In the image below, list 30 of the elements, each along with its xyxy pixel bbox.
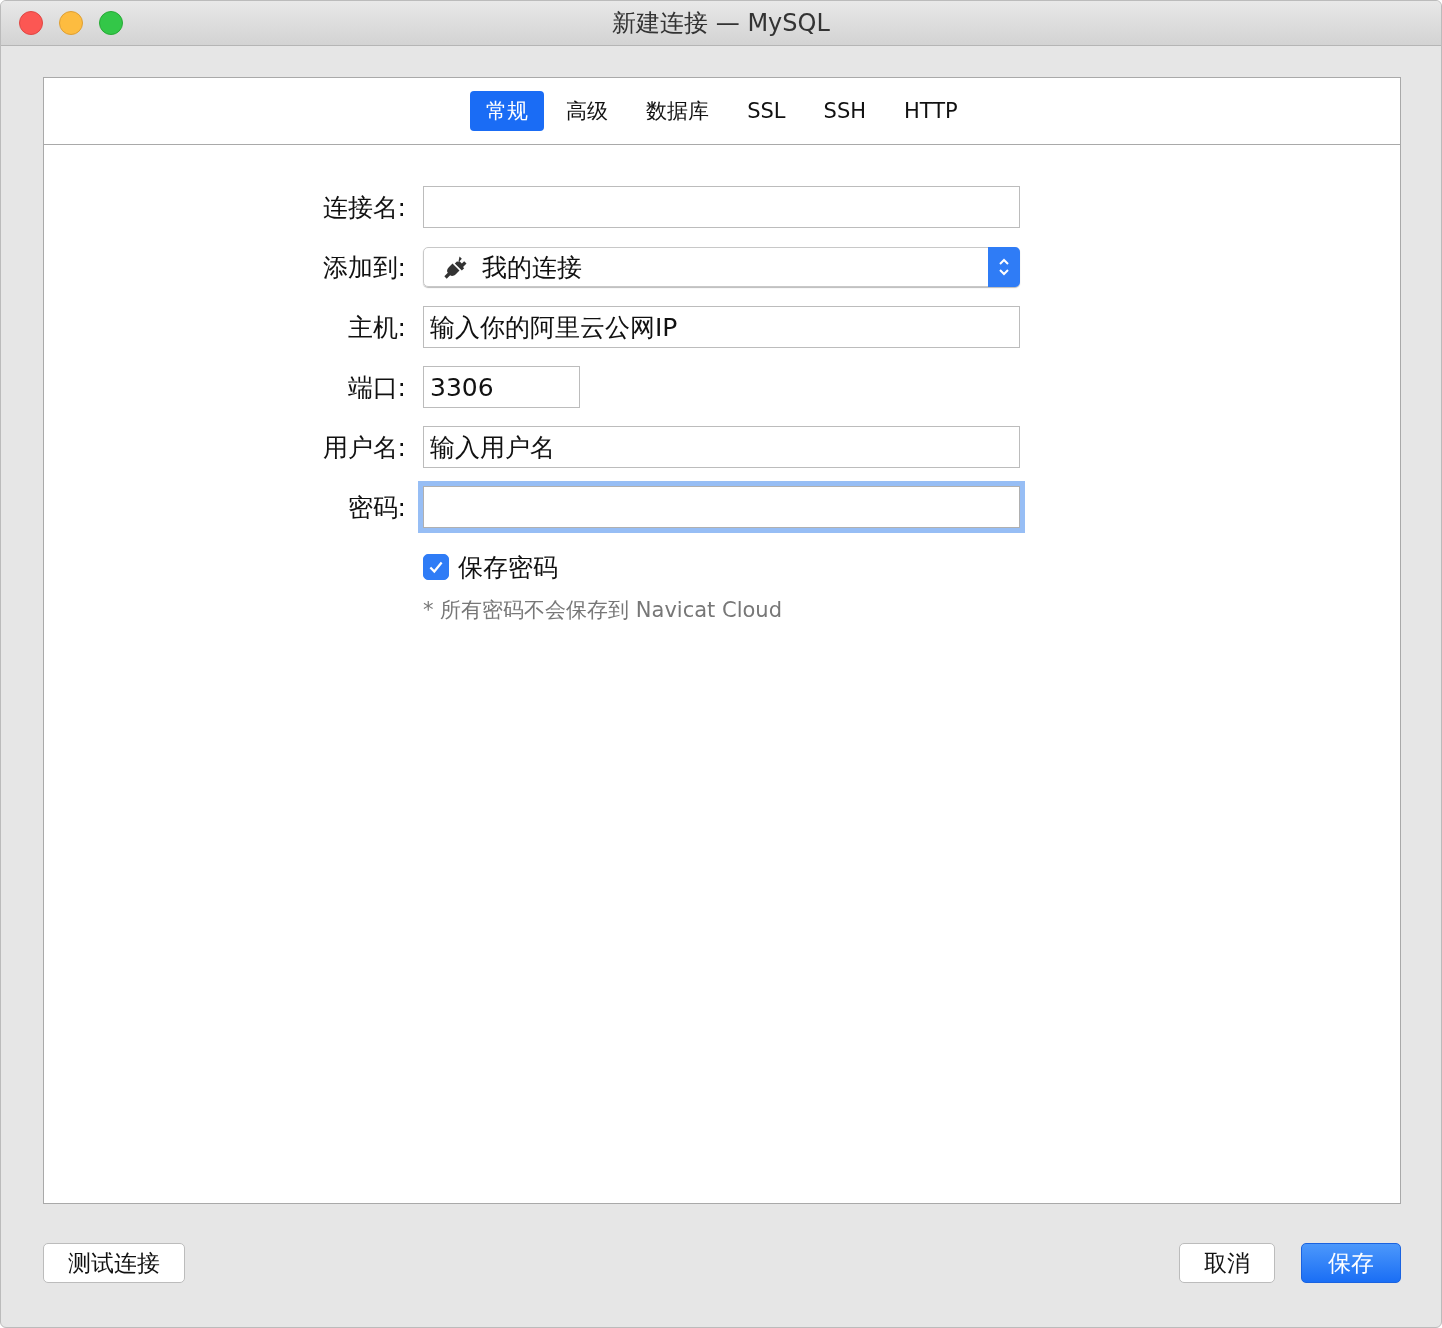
tab[interactable]: HTTP (888, 93, 974, 129)
checkbox-label: 保存密码 (458, 551, 558, 584)
input-field[interactable] (423, 186, 1020, 228)
stepper-icon (988, 247, 1020, 287)
field-label: 用户名: (321, 431, 407, 464)
field-label: 主机: (346, 311, 407, 344)
tab[interactable]: SSH (807, 93, 883, 129)
input-field[interactable]: 输入用户名 (423, 426, 1020, 468)
dropdown-value: 我的连接 (482, 251, 583, 284)
dialog-button[interactable]: 取消 (1179, 1243, 1275, 1283)
port-field[interactable]: 3306 (423, 366, 580, 408)
dropdown[interactable]: 我的连接 (423, 247, 1020, 287)
tab[interactable]: 高级 (550, 91, 625, 131)
input-field[interactable] (418, 481, 1025, 533)
dialog-button[interactable]: 保存 (1301, 1243, 1401, 1283)
input-field[interactable]: 输入你的阿里云公网IP (423, 306, 1020, 348)
zoom-icon[interactable] (99, 11, 123, 35)
field-label: 添加到: (321, 251, 407, 284)
close-icon[interactable] (19, 11, 43, 35)
tab[interactable]: 常规 (470, 91, 545, 131)
note-text: * 所有密码不会保存到 Navicat Cloud (423, 597, 782, 624)
dialog-button[interactable]: 测试连接 (43, 1243, 185, 1283)
field-label: 密码: (346, 491, 407, 524)
field-label: 端口: (346, 371, 407, 404)
tab[interactable]: 数据库 (630, 91, 726, 131)
tab[interactable]: SSL (731, 93, 802, 129)
minimize-icon[interactable] (59, 11, 83, 35)
checkbox[interactable] (423, 554, 449, 580)
field-label: 连接名: (321, 191, 407, 224)
window-title: 新建连接 — MySQL (612, 8, 830, 39)
